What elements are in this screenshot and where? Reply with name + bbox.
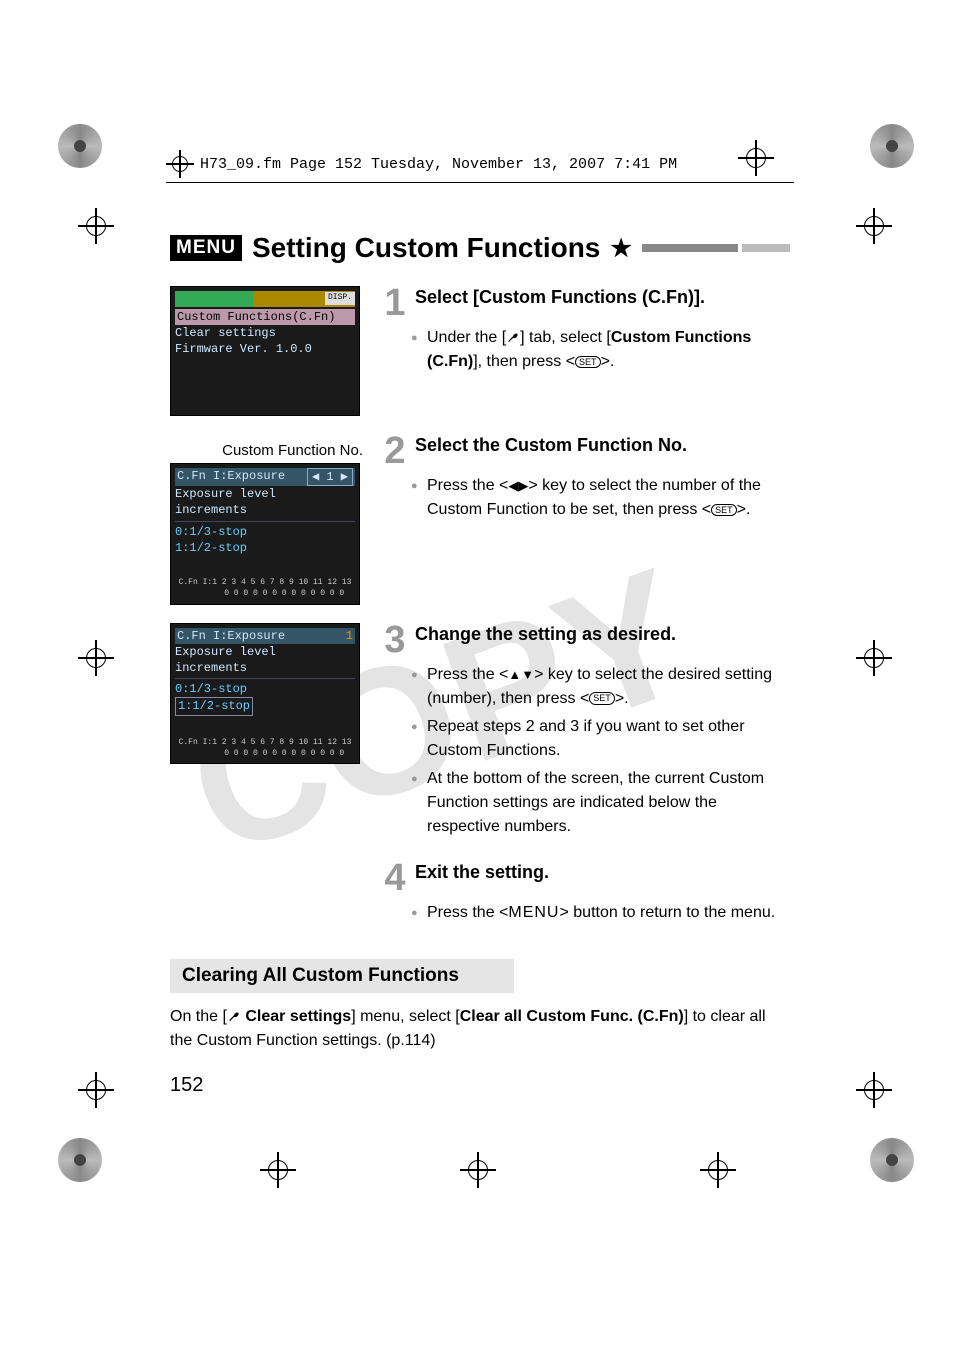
step-1: DISP. Custom Functions(C.Fn) Clear setti… bbox=[170, 286, 790, 416]
step-3: C.Fn I:Exposure 1 Exposure level increme… bbox=[170, 623, 790, 843]
set-icon: SET bbox=[575, 356, 601, 369]
heading-rule bbox=[642, 244, 790, 252]
crop-mark bbox=[738, 140, 774, 176]
cfn-status-row: C.Fn I:1 2 3 4 5 6 7 8 9 10 11 12 13 0 0… bbox=[175, 578, 355, 600]
section-body: On the [ Clear settings] menu, select [C… bbox=[170, 1005, 790, 1053]
step-bullet: Press the <◀▶> key to select the number … bbox=[411, 474, 790, 522]
lcd-menu-item: Custom Functions(C.Fn) bbox=[175, 309, 355, 325]
crop-mark bbox=[856, 640, 892, 676]
crop-mark bbox=[78, 1072, 114, 1108]
step-number: 2 bbox=[381, 434, 409, 468]
lcd-screenshot-1: DISP. Custom Functions(C.Fn) Clear setti… bbox=[170, 286, 360, 416]
crop-mark bbox=[78, 208, 114, 244]
left-right-arrow-icon: ◀▶ bbox=[508, 476, 528, 496]
step-title: Select [Custom Functions (C.Fn)]. bbox=[415, 286, 705, 309]
cfn-caption: Custom Function No. bbox=[170, 442, 363, 459]
star-icon: ★ bbox=[610, 234, 632, 263]
step-title: Select the Custom Function No. bbox=[415, 434, 687, 457]
lcd-screenshot-2: C.Fn I:Exposure ◀ 1 ▶ Exposure level inc… bbox=[170, 463, 360, 605]
step-number: 1 bbox=[381, 286, 409, 320]
cfn-number: 1 bbox=[346, 628, 353, 644]
wrench-icon bbox=[227, 1010, 241, 1024]
lcd-option: 0:1/3-stop bbox=[175, 681, 355, 697]
crop-header-text: H73_09.fm Page 152 Tuesday, November 13,… bbox=[200, 156, 677, 173]
cfn-status-row: C.Fn I:1 2 3 4 5 6 7 8 9 10 11 12 13 0 0… bbox=[175, 738, 355, 760]
step-bullet: Repeat steps 2 and 3 if you want to set … bbox=[411, 715, 790, 763]
lcd-header: C.Fn I:Exposure bbox=[177, 468, 285, 486]
print-reg-mark bbox=[870, 124, 914, 168]
page-number: 152 bbox=[170, 1074, 203, 1097]
step-bullet: Press the <MENU> button to return to the… bbox=[411, 901, 790, 925]
crop-header: H73_09.fm Page 152 Tuesday, November 13,… bbox=[166, 150, 794, 183]
lcd-subheader: Exposure level increments bbox=[175, 486, 355, 518]
set-icon: SET bbox=[711, 504, 737, 517]
lcd-option-selected: 1:1/2-stop bbox=[175, 697, 253, 715]
crop-mark bbox=[700, 1152, 736, 1188]
step-bullet: At the bottom of the screen, the current… bbox=[411, 767, 790, 839]
step-bullet: Press the <▲▼> key to select the desired… bbox=[411, 663, 790, 711]
cfn-number-indicator: ◀ 1 ▶ bbox=[307, 468, 353, 486]
step-4: 4 Exit the setting. Press the <MENU> but… bbox=[170, 861, 790, 929]
menu-badge: MENU bbox=[170, 235, 242, 261]
crop-mark bbox=[460, 1152, 496, 1188]
lcd-option: 0:1/3-stop bbox=[175, 524, 355, 540]
step-title: Change the setting as desired. bbox=[415, 623, 676, 646]
crop-mark bbox=[856, 1072, 892, 1108]
lcd-menu-item: Clear settings bbox=[175, 325, 355, 341]
crop-mark bbox=[78, 640, 114, 676]
lcd-subheader: Exposure level increments bbox=[175, 644, 355, 676]
page-heading: MENU Setting Custom Functions ★ bbox=[170, 232, 790, 264]
heading-text: Setting Custom Functions bbox=[252, 232, 600, 264]
lcd-header: C.Fn I:Exposure bbox=[177, 628, 285, 644]
lcd-screenshot-3: C.Fn I:Exposure 1 Exposure level increme… bbox=[170, 623, 360, 765]
step-bullet: Under the [] tab, select [Custom Functio… bbox=[411, 326, 790, 374]
print-reg-mark bbox=[870, 1138, 914, 1182]
crop-mark bbox=[260, 1152, 296, 1188]
crop-mark bbox=[856, 208, 892, 244]
section-heading: Clearing All Custom Functions bbox=[170, 959, 514, 993]
menu-text-icon: MENU bbox=[508, 904, 559, 921]
set-icon: SET bbox=[589, 692, 615, 705]
lcd-menu-item: Firmware Ver. 1.0.0 bbox=[175, 341, 355, 357]
print-reg-mark bbox=[58, 1138, 102, 1182]
up-down-arrow-icon: ▲▼ bbox=[508, 665, 534, 685]
wrench-icon bbox=[506, 331, 520, 345]
print-reg-mark bbox=[58, 124, 102, 168]
lcd-option: 1:1/2-stop bbox=[175, 540, 355, 556]
step-2: Custom Function No. C.Fn I:Exposure ◀ 1 … bbox=[170, 434, 790, 605]
step-number: 4 bbox=[381, 861, 409, 895]
crop-mark-small bbox=[166, 150, 194, 178]
step-title: Exit the setting. bbox=[415, 861, 549, 884]
step-number: 3 bbox=[381, 623, 409, 657]
disp-label: DISP. bbox=[325, 292, 355, 305]
